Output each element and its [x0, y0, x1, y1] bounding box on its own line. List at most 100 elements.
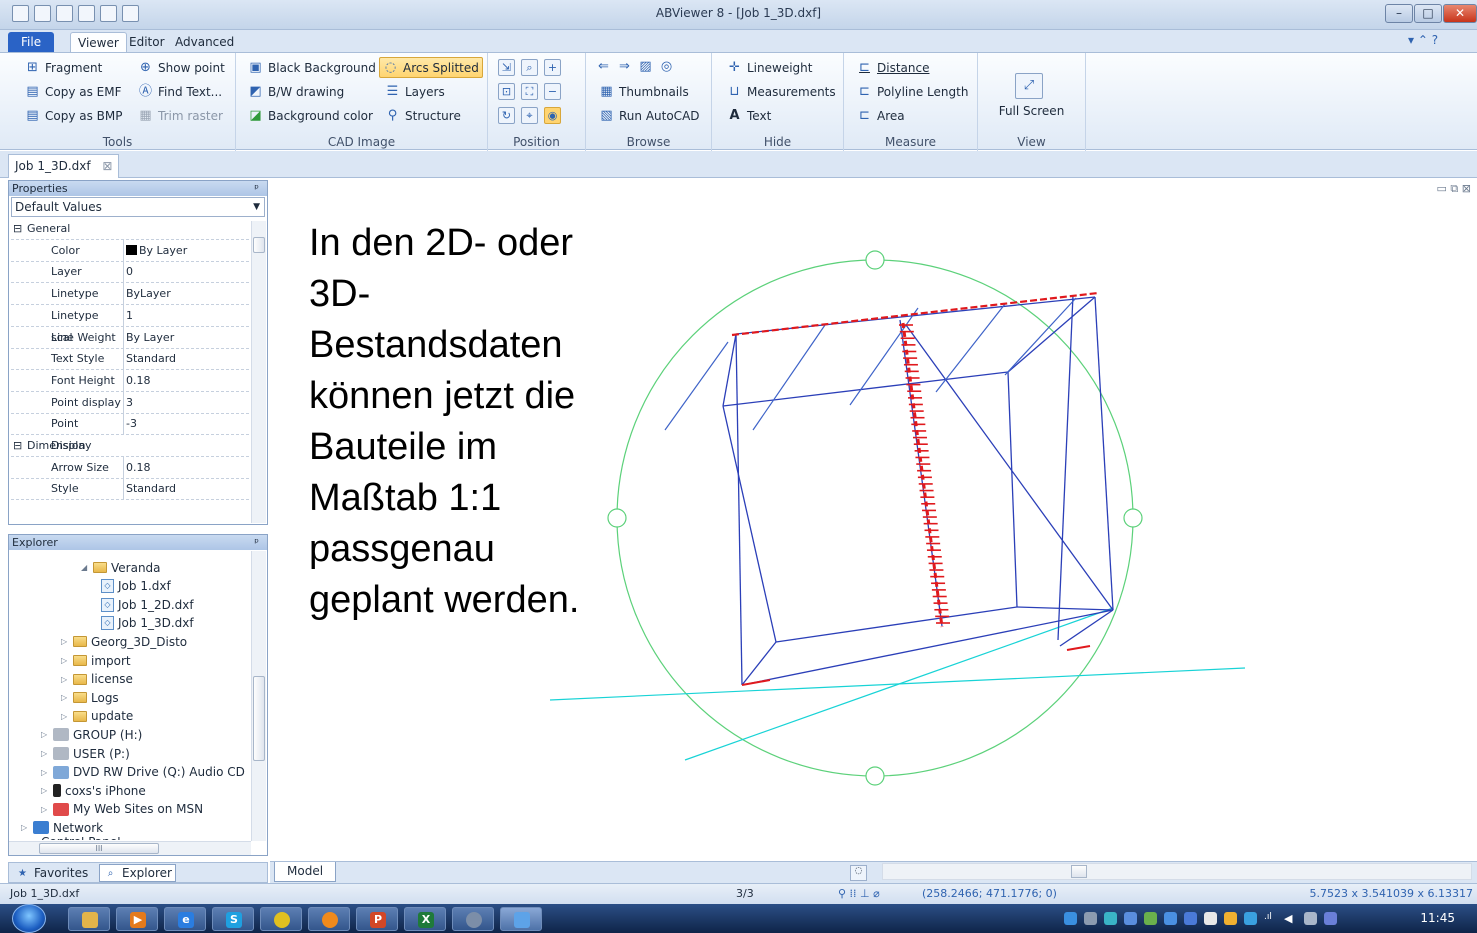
- explorer-hscrollbar[interactable]: III: [9, 841, 251, 855]
- property-value[interactable]: By Layer: [123, 239, 187, 261]
- tree-item[interactable]: ▷ license: [61, 670, 133, 689]
- bw-drawing-button[interactable]: ◩ B/W drawing: [245, 81, 347, 102]
- open-file-icon[interactable]: ▨: [638, 59, 653, 74]
- expand-icon[interactable]: ▷: [61, 637, 69, 646]
- property-value[interactable]: 0: [123, 261, 133, 283]
- property-row[interactable]: Color By Layer: [11, 239, 249, 262]
- property-row[interactable]: Layer 0: [11, 261, 249, 284]
- expand-icon[interactable]: ▷: [41, 730, 49, 739]
- canvas-hscrollbar[interactable]: [882, 863, 1472, 880]
- tray-icon[interactable]: [1204, 912, 1217, 925]
- measurements-button[interactable]: ⊔ Measurements: [724, 81, 839, 102]
- expand-icon[interactable]: ▷: [61, 656, 69, 665]
- tree-item[interactable]: ▷ update: [61, 707, 133, 726]
- taskbar-app[interactable]: [452, 907, 494, 931]
- copy-emf-button[interactable]: ▤ Copy as EMF: [22, 81, 125, 102]
- full-screen-icon[interactable]: ⤢: [1015, 73, 1043, 99]
- expand-icon[interactable]: ▷: [21, 823, 29, 832]
- taskbar-skype[interactable]: S: [212, 907, 254, 931]
- tree-item[interactable]: ▷ coxs's iPhone: [41, 781, 146, 800]
- run-autocad-button[interactable]: ▧ Run AutoCAD: [596, 105, 703, 126]
- tree-item[interactable]: ▷ My Web Sites on MSN: [41, 800, 203, 819]
- drawing-canvas[interactable]: ▭ ⧉ ⊠ In den 2D- oder 3D-Bestandsdaten k…: [270, 180, 1477, 860]
- property-value[interactable]: 1: [123, 304, 133, 326]
- tree-item[interactable]: ▷ import: [61, 651, 131, 670]
- forward-arrow-icon[interactable]: ⇒: [617, 59, 632, 74]
- taskbar-chrome[interactable]: [260, 907, 302, 931]
- expand-icon[interactable]: ▷: [61, 712, 69, 721]
- fit-icon[interactable]: ⊡: [498, 83, 515, 100]
- property-row[interactable]: Arrow Size 0.18: [11, 456, 249, 479]
- tab-viewer[interactable]: Viewer: [70, 32, 127, 52]
- properties-scrollbar[interactable]: [251, 221, 266, 523]
- pan-icon[interactable]: ⇲: [498, 59, 515, 76]
- zoom-extents-icon[interactable]: ⛶: [521, 83, 538, 100]
- property-value[interactable]: ByLayer: [123, 283, 171, 305]
- property-category[interactable]: Dimension ⊟: [11, 435, 249, 457]
- expand-icon[interactable]: ▷: [61, 693, 69, 702]
- taskbar-firefox[interactable]: [308, 907, 350, 931]
- property-value[interactable]: Standard: [123, 348, 176, 370]
- layers-button[interactable]: ☰ Layers: [382, 81, 448, 102]
- black-background-button[interactable]: ▣ Black Background: [245, 57, 379, 78]
- property-value[interactable]: Standard: [123, 478, 176, 500]
- file-item[interactable]: ◇ Job 1_3D.dxf: [101, 614, 194, 633]
- background-color-button[interactable]: ◪ Background color: [245, 105, 376, 126]
- distance-button[interactable]: ⊏ Distance: [854, 57, 932, 78]
- zoom-realtime-icon[interactable]: ◉: [544, 107, 561, 124]
- tab-editor[interactable]: Editor: [122, 32, 172, 52]
- tab-favorites[interactable]: ★ Favorites: [12, 864, 91, 882]
- property-category[interactable]: General ⊟: [11, 218, 249, 240]
- tab-advanced[interactable]: Advanced: [168, 32, 241, 52]
- tree-item[interactable]: Control Panel: [41, 837, 121, 840]
- zoom-out-icon[interactable]: −: [544, 83, 561, 100]
- taskbar-media[interactable]: ▶: [116, 907, 158, 931]
- scroll-thumb[interactable]: [253, 676, 265, 761]
- full-screen-label[interactable]: Full Screen: [978, 104, 1085, 118]
- expand-icon[interactable]: ▷: [41, 805, 49, 814]
- structure-button[interactable]: ⚲ Structure: [382, 105, 464, 126]
- tab-file[interactable]: File: [8, 32, 55, 52]
- tree-item[interactable]: ◢ Veranda: [81, 558, 161, 577]
- tree-item[interactable]: ▷ Network: [21, 818, 103, 837]
- taskbar-excel[interactable]: X: [404, 907, 446, 931]
- expand-icon[interactable]: ▷: [41, 786, 49, 795]
- hscroll-thumb[interactable]: [1071, 865, 1087, 878]
- tree-item[interactable]: ▷ DVD RW Drive (Q:) Audio CD: [41, 763, 245, 782]
- property-value[interactable]: 3: [123, 391, 133, 413]
- layout-toggle-icon[interactable]: ◌: [850, 865, 867, 881]
- print-preview-icon[interactable]: ◎: [659, 59, 674, 74]
- signal-icon[interactable]: .ıl: [1264, 912, 1277, 925]
- fragment-button[interactable]: ⊞ Fragment: [22, 57, 105, 78]
- text-button[interactable]: A Text: [724, 105, 774, 126]
- tray-icon[interactable]: [1244, 912, 1257, 925]
- tray-icon[interactable]: [1064, 912, 1077, 925]
- thumbnails-button[interactable]: ▦ Thumbnails: [596, 81, 692, 102]
- expand-icon[interactable]: ▷: [41, 768, 49, 777]
- taskbar-powerpoint[interactable]: P: [356, 907, 398, 931]
- pin-icon[interactable]: ᵖ: [254, 535, 259, 550]
- start-button[interactable]: [12, 904, 46, 933]
- property-row[interactable]: Point Display -3: [11, 413, 249, 452]
- property-value[interactable]: 0.18: [123, 369, 151, 391]
- property-row[interactable]: Point display 3: [11, 391, 249, 414]
- property-value[interactable]: 0.18: [123, 456, 151, 478]
- minimize-button[interactable]: –: [1385, 4, 1413, 23]
- tray-icon[interactable]: [1124, 912, 1137, 925]
- maximize-button[interactable]: □: [1414, 4, 1442, 23]
- property-row[interactable]: Text Style Standard: [11, 348, 249, 371]
- collapse-icon[interactable]: ⊟: [13, 218, 22, 240]
- keyboard-icon[interactable]: [1304, 912, 1317, 925]
- tray-icon[interactable]: [1104, 912, 1117, 925]
- collapse-icon[interactable]: ⊟: [13, 435, 22, 457]
- tree-item[interactable]: ▷ GROUP (H:): [41, 725, 142, 744]
- pin-icon[interactable]: ᵖ: [254, 181, 259, 196]
- property-row[interactable]: Font Height 0.18: [11, 369, 249, 392]
- tray-icon[interactable]: [1084, 912, 1097, 925]
- zoom-in-icon[interactable]: +: [544, 59, 561, 76]
- taskbar-explorer[interactable]: [68, 907, 110, 931]
- properties-combo[interactable]: Default Values ▼: [11, 197, 265, 217]
- tree-item[interactable]: ▷ Logs: [61, 688, 119, 707]
- close-button[interactable]: ✕: [1443, 4, 1477, 23]
- orbit-icon[interactable]: ↻: [498, 107, 515, 124]
